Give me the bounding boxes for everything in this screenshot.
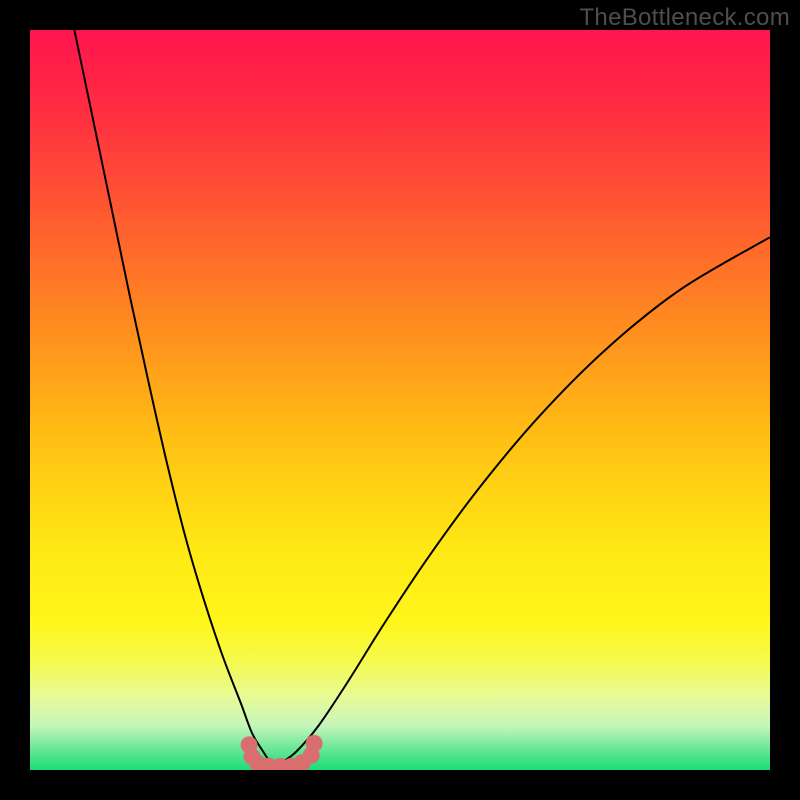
watermark-text: TheBottleneck.com bbox=[579, 4, 790, 32]
plot-area bbox=[30, 30, 770, 770]
gradient-background bbox=[30, 30, 770, 770]
chart-frame: TheBottleneck.com bbox=[0, 0, 800, 800]
bottleneck-point bbox=[306, 735, 323, 752]
chart-svg bbox=[30, 30, 770, 770]
